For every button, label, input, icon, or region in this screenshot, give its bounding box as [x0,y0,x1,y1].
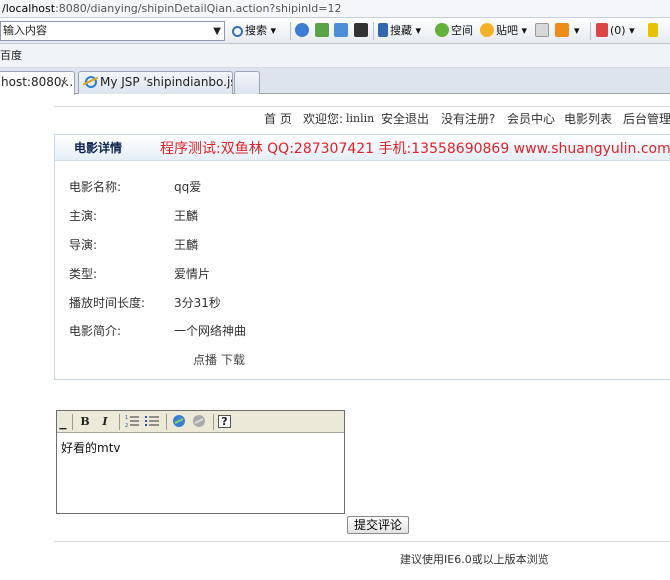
link-icon[interactable] [171,414,187,430]
label-duration: 播放时间长度: [69,296,146,310]
address-path: :8080/dianying/shipinDetailQian.action?s… [55,2,342,15]
label-movie-name: 电影名称: [69,180,122,194]
movie-actions: 点播 下载 [193,351,249,368]
comment-editor[interactable]: ▁ B I 12 ? 好看的mtv [56,410,345,514]
message-count: (0) [610,24,626,37]
value-genre: 爱情片 [174,267,211,281]
nav-member-center[interactable]: 会员中心 [507,107,555,131]
tab-jsp-label: My JSP 'shipindianbo.js... [100,75,232,89]
italic-button[interactable]: I [97,414,113,430]
browser-chrome: /localhost:8080/dianying/shipinDetailQia… [0,0,670,100]
media-icon[interactable] [353,23,368,37]
space-icon [435,23,449,37]
message-button[interactable]: (0) ▾ [596,22,635,40]
nav-register[interactable]: 没有注册? [441,107,495,131]
nav-admin[interactable]: 后台管理 [623,107,670,131]
nav-home[interactable]: 首 页 [264,107,292,131]
ie-icon [85,76,97,88]
comment-text[interactable]: 好看的mtv [61,439,121,456]
toolbar-end-icons [648,22,660,40]
panel-title: 电影详情 [74,141,123,155]
resize-handle-icon[interactable]: ▁ [58,414,68,430]
pencil-icon[interactable] [648,23,658,37]
label-genre: 类型: [69,267,98,281]
bold-button[interactable]: B [77,414,93,430]
nav-username: linlin [346,112,375,125]
toolbar-icon-group [295,22,370,40]
address-host: /localhost [2,2,56,15]
download-link[interactable]: 下载 [221,353,245,367]
tab-current[interactable]: host:8080/... × [0,71,75,95]
value-duration: 3分31秒 [174,296,221,310]
refresh-icon[interactable] [314,23,329,37]
space-button[interactable]: 空间 [435,22,473,40]
toolbar-search-input[interactable]: 输入内容 ▼ [0,21,225,41]
unlink-icon[interactable] [191,414,207,430]
submit-comment-button[interactable]: 提交评论 [347,516,409,534]
footer-note: 建议使用IE6.0或以上版本浏览 [400,553,549,566]
bullet-list-icon[interactable] [144,414,160,430]
value-director: 王麟 [174,238,199,252]
value-synopsis: 一个网络神曲 [174,324,247,338]
message-icon [596,23,608,37]
bookmarks-bar: 百度 [0,44,670,68]
skin-icon[interactable] [554,23,569,37]
tab-bar: host:8080/... × My JSP 'shipindianbo.js.… [0,68,670,95]
panel-header: 电影详情 程序测试:双鱼林 QQ:287307421 手机:1355869086… [55,135,670,161]
nav-logout[interactable]: 安全退出 [381,107,429,131]
footer-divider [54,541,670,542]
svg-text:2: 2 [125,423,128,428]
search-button[interactable]: 搜索 ▾ [232,22,276,40]
movie-detail-panel: 电影详情 程序测试:双鱼林 QQ:287307421 手机:1355869086… [54,134,670,380]
browser-toolbar: 输入内容 ▼ 搜索 ▾ 搜藏 ▾ 空间 贴吧 ▾ ▾ (0) ▾ [0,18,670,44]
search-placeholder: 输入内容 [3,24,47,37]
tieba-label: 贴吧 [496,24,518,37]
nav-movie-list[interactable]: 电影列表 [564,107,612,131]
label-synopsis: 电影简介: [69,324,122,338]
bookmark-baidu[interactable]: 百度 [0,49,22,62]
value-movie-name: qq爱 [174,180,202,194]
editor-toolbar: ▁ B I 12 ? [57,411,344,433]
bookmark-icon [378,23,388,37]
mail-icon[interactable] [535,23,549,37]
nav-welcome: 欢迎您: [303,112,344,126]
top-nav: 首 页 欢迎您: linlin 安全退出 没有注册? 会员中心 电影列表 后台管… [54,106,670,130]
label-star: 主演: [69,209,98,223]
tieba-icon [480,23,494,37]
toolbar-extra-icons: ▾ [535,22,580,40]
close-icon[interactable]: × [60,72,69,93]
space-label: 空间 [451,24,473,37]
svg-text:1: 1 [125,415,128,421]
help-icon[interactable]: ? [218,415,231,428]
play-link[interactable]: 点播 [193,353,217,367]
ordered-list-icon[interactable]: 12 [124,414,140,430]
new-tab-button[interactable] [234,71,260,94]
search-icon [232,26,243,37]
tieba-button[interactable]: 贴吧 ▾ [480,22,527,40]
address-bar[interactable]: /localhost:8080/dianying/shipinDetailQia… [0,0,670,18]
label-director: 导演: [69,238,98,252]
promo-text: 程序测试:双鱼林 QQ:287307421 手机:13558690869 www… [160,141,670,157]
search-button-label: 搜索 [245,24,267,37]
favorites-label: 搜藏 [390,24,412,37]
globe-icon[interactable] [295,23,309,37]
translate-icon[interactable] [334,23,348,37]
chevron-down-icon[interactable]: ▼ [213,23,221,41]
favorites-button[interactable]: 搜藏 ▾ [378,22,421,40]
tab-jsp[interactable]: My JSP 'shipindianbo.js... [78,71,233,94]
value-star: 王麟 [174,209,199,223]
